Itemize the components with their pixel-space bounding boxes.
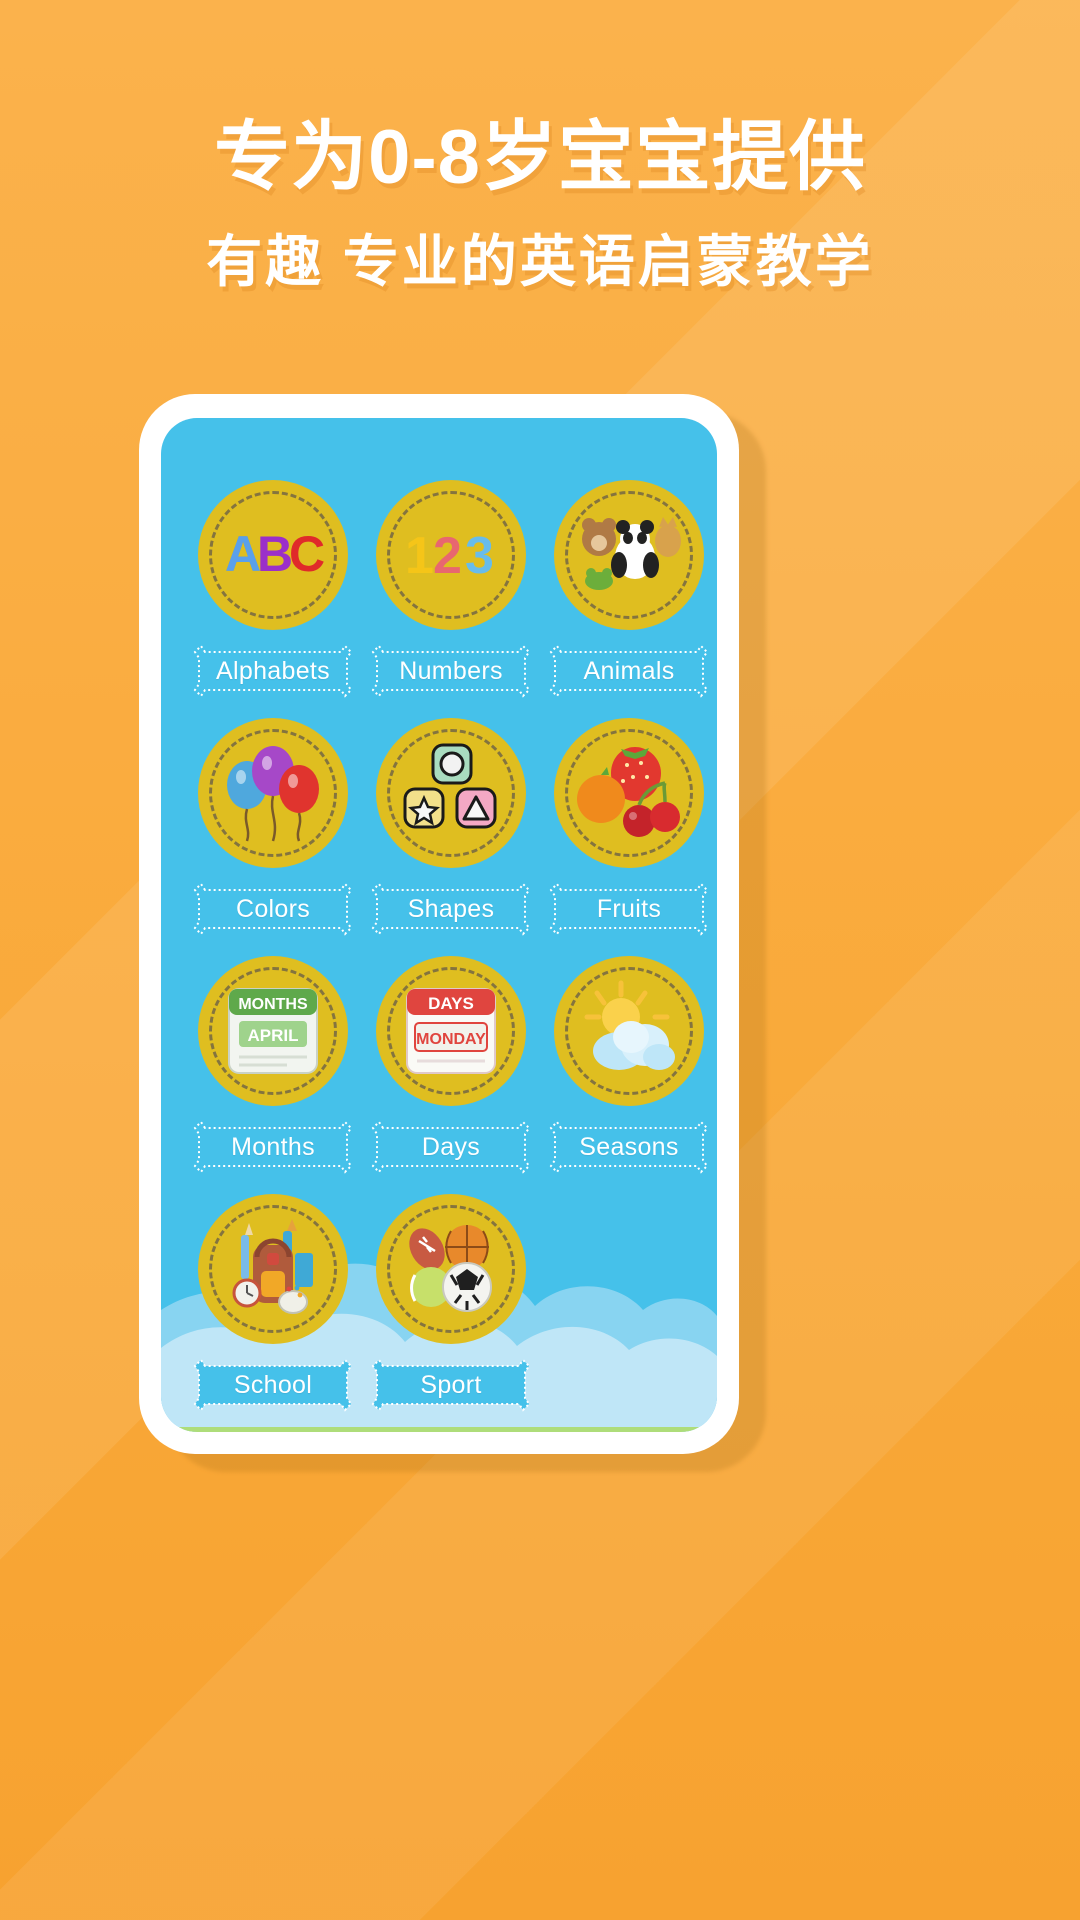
tile-label-banner: Seasons <box>543 1118 715 1176</box>
tile-label: Alphabets <box>216 656 330 685</box>
svg-text:2: 2 <box>433 527 462 585</box>
tile-disc <box>376 1194 526 1344</box>
tile-label-banner: School <box>187 1356 359 1414</box>
tile-label: Seasons <box>579 1132 679 1161</box>
tile-label: Animals <box>583 656 675 685</box>
category-tile-colors[interactable]: Colors <box>187 718 359 938</box>
123-numbers-icon: 1 2 3 <box>405 527 494 585</box>
category-tile-school[interactable]: School <box>187 1194 359 1414</box>
tile-disc <box>198 1194 348 1344</box>
tile-label-banner: Numbers <box>365 642 537 700</box>
tile-disc <box>554 718 704 868</box>
calendar-month-icon: MONTHS APRIL <box>228 988 318 1074</box>
sun-cloud-icon <box>584 980 675 1070</box>
tile-label: Fruits <box>596 894 662 923</box>
abc-letters-icon: A B C A <box>225 526 325 582</box>
tile-label-banner: Colors <box>187 880 359 938</box>
promo-header: 专为0-8岁宝宝提供 有趣 专业的英语启蒙教学 <box>0 0 1080 300</box>
svg-text:B: B <box>257 526 293 582</box>
category-tile-shapes[interactable]: Shapes <box>365 718 537 938</box>
category-tile-alphabets[interactable]: A B C A Alphabets <box>187 480 359 700</box>
tile-disc <box>198 718 348 868</box>
phone-mockup-frame: A B C A Alphabets 1 2 3 Numbers Animals … <box>139 394 739 1454</box>
svg-text:3: 3 <box>465 527 494 585</box>
category-tile-months[interactable]: MONTHS APRIL Months <box>187 956 359 1176</box>
tile-label: Numbers <box>399 656 503 685</box>
tile-label-banner: Fruits <box>543 880 715 938</box>
svg-text:C: C <box>289 526 325 582</box>
tile-disc <box>554 956 704 1106</box>
tile-disc: MONTHS APRIL <box>198 956 348 1106</box>
svg-text:MONDAY: MONDAY <box>416 1031 486 1048</box>
animals-icon <box>582 517 681 590</box>
tile-label: Shapes <box>407 894 495 923</box>
tile-disc <box>554 480 704 630</box>
sports-balls-icon <box>409 1225 492 1312</box>
category-tile-sport[interactable]: Sport <box>365 1194 537 1414</box>
tile-label-banner: Days <box>365 1118 537 1176</box>
shape-blocks-icon <box>403 743 497 829</box>
category-tile-days[interactable]: DAYS MONDAY Days <box>365 956 537 1176</box>
tile-disc: A B C A <box>198 480 348 630</box>
svg-text:APRIL: APRIL <box>248 1026 299 1045</box>
tile-label-banner: Animals <box>543 642 715 700</box>
category-tile-animals[interactable]: Animals <box>543 480 715 700</box>
grid-empty-cell <box>543 1194 715 1414</box>
svg-text:1: 1 <box>405 527 434 585</box>
category-tile-fruits[interactable]: Fruits <box>543 718 715 938</box>
fruits-icon <box>577 747 680 837</box>
category-tile-numbers[interactable]: 1 2 3 Numbers <box>365 480 537 700</box>
svg-text:MONTHS: MONTHS <box>238 996 308 1013</box>
tile-label: School <box>233 1370 313 1399</box>
tile-label: Sport <box>420 1370 482 1399</box>
tile-disc: 1 2 3 <box>376 480 526 630</box>
tile-disc: DAYS MONDAY <box>376 956 526 1106</box>
tile-label: Days <box>421 1132 481 1161</box>
tile-label-banner: Shapes <box>365 880 537 938</box>
category-tile-seasons[interactable]: Seasons <box>543 956 715 1176</box>
green-bottom-strip <box>161 1427 717 1432</box>
tile-label: Months <box>231 1132 315 1161</box>
tile-disc <box>376 718 526 868</box>
page-title: 专为0-8岁宝宝提供 <box>214 115 866 200</box>
tile-label-banner: Alphabets <box>187 642 359 700</box>
backpack-icon <box>232 1219 313 1314</box>
calendar-day-icon: DAYS MONDAY <box>406 988 496 1074</box>
app-screen: A B C A Alphabets 1 2 3 Numbers Animals … <box>161 418 717 1432</box>
page-subtitle: 有趣 专业的英语启蒙教学 <box>206 230 874 293</box>
tile-label-banner: Sport <box>365 1356 537 1414</box>
balloons-icon <box>227 746 319 842</box>
svg-text:A: A <box>225 526 261 582</box>
tile-label-banner: Months <box>187 1118 359 1176</box>
category-grid: A B C A Alphabets 1 2 3 Numbers Animals … <box>161 418 717 1414</box>
tile-label: Colors <box>235 894 311 923</box>
svg-text:DAYS: DAYS <box>428 994 474 1013</box>
